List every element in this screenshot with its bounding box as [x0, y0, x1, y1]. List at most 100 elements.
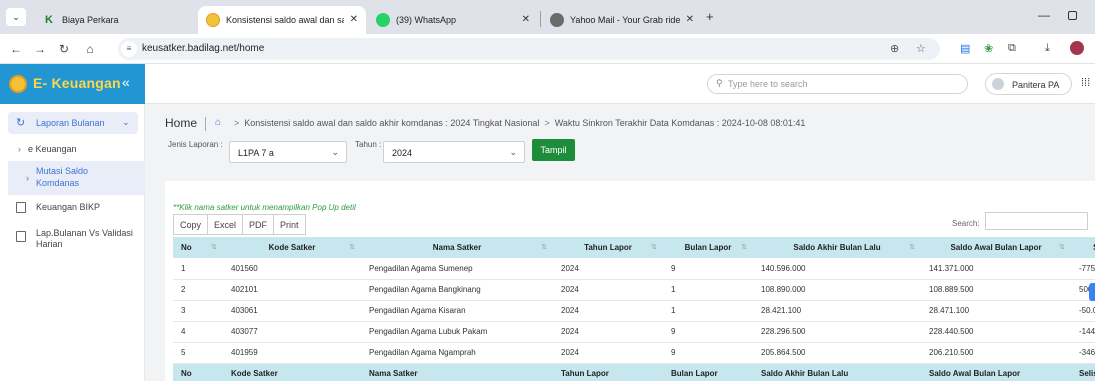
search-icon: ⚲ [716, 78, 723, 88]
browser-tab[interactable]: Yahoo Mail - Your Grab ride e-re ✕ [542, 6, 702, 34]
reload-icon[interactable]: ↻ [56, 41, 72, 57]
cell-kode-satker: 403077 [223, 321, 361, 343]
copy-button[interactable]: Copy [173, 214, 209, 235]
tab-favicon-icon [206, 13, 220, 27]
tab-close-icon[interactable]: ✕ [522, 14, 530, 25]
column-header[interactable]: Bulan Lapor ⇅ [663, 237, 753, 258]
column-header[interactable]: No ⇅ [173, 237, 223, 258]
sort-icon: ⇅ [651, 244, 657, 251]
cell-kode-satker: 403061 [223, 300, 361, 322]
table-search-label: Search: [952, 219, 980, 228]
tab-close-icon[interactable]: ✕ [350, 14, 358, 25]
footer-column-label: No [173, 362, 223, 381]
column-header[interactable]: Nama Satker ⇅ [361, 237, 553, 258]
sidebar-item-label: Laporan Bulanan [36, 118, 105, 128]
cell-bulan-lapor: 1 [663, 300, 753, 322]
app-search-input[interactable] [728, 77, 958, 91]
sidebar-subitem-mutasi-saldo[interactable]: › Mutasi Saldo Komdanas [8, 161, 145, 195]
site-info-icon[interactable]: ≡ [121, 41, 137, 57]
tab-close-icon[interactable]: ✕ [686, 14, 694, 25]
cell-nama-satker[interactable]: Pengadilan Agama Kisaran [361, 300, 553, 322]
cell-saldo-akhir: 28.421.100 [753, 300, 921, 322]
column-header[interactable]: Selisih⇅ [1071, 237, 1095, 258]
tab-title: (39) WhatsApp [396, 15, 457, 25]
cell-saldo-akhir: 205.864.500 [753, 342, 921, 364]
tab-divider [540, 11, 541, 27]
sort-icon: ⇅ [211, 244, 217, 251]
table-footer-row: No Kode Satker Nama Satker Tahun Lapor B… [173, 362, 1095, 381]
download-icon[interactable]: ⤓ [1045, 42, 1050, 55]
main-content: Home ⌂ > Konsistensi saldo awal dan saldo… [145, 104, 1095, 381]
home-icon[interactable]: ⌂ [82, 41, 98, 57]
column-header[interactable]: Saldo Akhir Bulan Lalu ⇅ [753, 237, 921, 258]
browser-tab-active[interactable]: Konsistensi saldo awal dan saldo ✕ [198, 6, 366, 34]
data-table: No ⇅ Kode Satker ⇅ Nama Satker ⇅ Tahun Lapo… [173, 237, 1095, 381]
brand-logo [9, 75, 27, 93]
cell-selisih: -775.000 [1071, 258, 1095, 280]
cell-kode-satker: 402101 [223, 279, 361, 301]
cell-saldo-akhir: 108.890.000 [753, 279, 921, 301]
footer-column-label: Saldo Akhir Bulan Lalu [753, 362, 921, 381]
cell-nama-satker[interactable]: Pengadilan Agama Sumenep [361, 258, 553, 280]
cell-tahun-lapor: 2024 [553, 258, 663, 280]
sidebar-subitem-label: e Keuangan [28, 144, 77, 154]
print-button[interactable]: Print [273, 214, 306, 235]
browser-toolbar: ← → ↻ ⌂ ≡ keusatker.badilag.net/home ⊕ ☆… [0, 34, 1095, 64]
cell-bulan-lapor: 1 [663, 279, 753, 301]
window-minimize-icon[interactable]: — [1038, 8, 1050, 22]
tab-search-icon[interactable]: ⌄ [6, 8, 26, 26]
extension-icon[interactable]: ▤ [960, 42, 970, 55]
tampil-button[interactable]: Tampil [532, 139, 575, 161]
cell-selisih: -50.000 [1071, 300, 1095, 322]
cell-tahun-lapor: 2024 [553, 300, 663, 322]
sort-icon: ⇅ [1059, 244, 1065, 251]
sort-icon: ⇅ [349, 244, 355, 251]
forward-arrow-icon[interactable]: → [32, 41, 48, 57]
back-arrow-icon[interactable]: ← [8, 41, 24, 57]
cell-selisih: -144.000 [1071, 321, 1095, 343]
cell-saldo-awal: 206.210.500 [921, 342, 1071, 364]
app-search[interactable]: ⚲ [707, 74, 968, 94]
pdf-button[interactable]: PDF [242, 214, 275, 235]
new-tab-plus-icon[interactable]: + [706, 9, 714, 24]
cell-nama-satker[interactable]: Pengadilan Agama Lubuk Pakam [361, 321, 553, 343]
column-header[interactable]: Saldo Awal Bulan Lapor ⇅ [921, 237, 1071, 258]
column-header[interactable]: Tahun Lapor ⇅ [553, 237, 663, 258]
brand-bar: E- Keuangan « [0, 64, 145, 104]
sidebar-item-laporan-bulanan[interactable]: ↻ Laporan Bulanan ⌄ [8, 112, 138, 134]
document-icon [16, 231, 26, 242]
excel-button[interactable]: Excel [207, 214, 244, 235]
bookmark-star-icon[interactable]: ☆ [916, 42, 926, 55]
extensions-puzzle-icon[interactable]: ⧉ [1008, 42, 1016, 55]
window-restore-icon[interactable] [1068, 11, 1077, 20]
sidebar-subitem-e-keuangan[interactable]: › e Keuangan [18, 144, 77, 154]
cell-nama-satker[interactable]: Pengadilan Agama Bangkinang [361, 279, 553, 301]
browser-tab[interactable]: (39) WhatsApp ✕ [368, 6, 538, 34]
cell-no: 2 [173, 279, 223, 301]
table-search-input[interactable] [985, 212, 1088, 230]
double-chevron-left-icon[interactable]: « [122, 74, 130, 90]
breadcrumb-sync-time: Waktu Sinkron Terakhir Data Komdanas : 2… [554, 118, 806, 128]
column-header[interactable]: Kode Satker ⇅ [223, 237, 361, 258]
chevron-down-icon: ⌄ [331, 147, 339, 157]
user-menu[interactable]: Panitera PA [985, 73, 1072, 95]
cell-saldo-awal: 108.889.500 [921, 279, 1071, 301]
profile-avatar[interactable] [1070, 41, 1084, 55]
apps-grid-icon[interactable]: ⁞⁞⁞ [1081, 77, 1090, 89]
cell-saldo-akhir: 140.596.000 [753, 258, 921, 280]
zoom-icon[interactable]: ⊕ [890, 42, 899, 55]
tahun-select[interactable]: 2024 ⌄ [383, 141, 525, 163]
page-scroll-handle[interactable] [1089, 283, 1095, 301]
cell-no: 1 [173, 258, 223, 280]
breadcrumb-home[interactable]: Home [165, 116, 197, 130]
tahun-value: 2024 [392, 148, 413, 158]
home-icon[interactable]: ⌂ [215, 117, 221, 128]
bullet-icon: › [26, 173, 29, 183]
whatsapp-icon [376, 13, 390, 27]
jenis-laporan-value: L1PA 7 a [238, 148, 274, 158]
cell-nama-satker[interactable]: Pengadilan Agama Ngamprah [361, 342, 553, 364]
address-bar[interactable]: ≡ keusatker.badilag.net/home ⊕ ☆ [118, 38, 940, 60]
cell-saldo-awal: 228.440.500 [921, 321, 1071, 343]
extension-leaf-icon[interactable]: ❀ [984, 42, 993, 55]
jenis-laporan-select[interactable]: L1PA 7 a ⌄ [229, 141, 347, 163]
